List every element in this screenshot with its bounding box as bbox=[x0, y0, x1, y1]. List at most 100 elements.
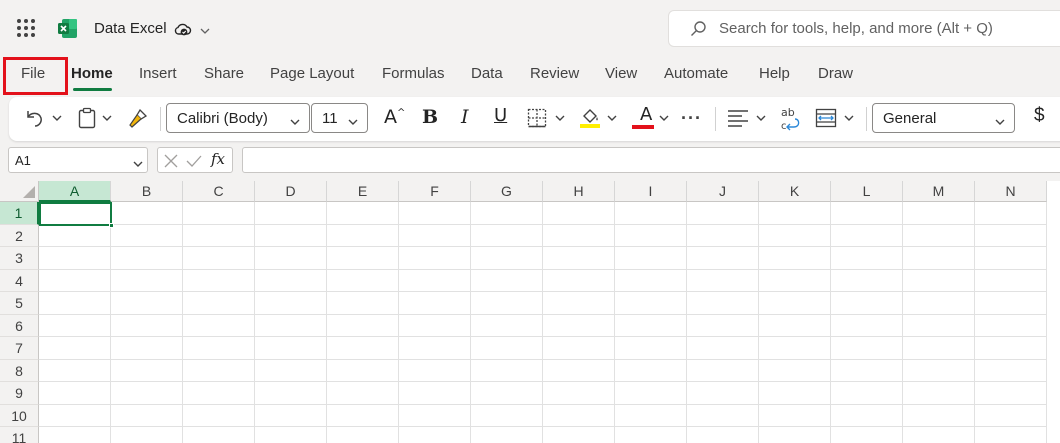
cell-m9[interactable] bbox=[903, 382, 975, 405]
cell-a5[interactable] bbox=[39, 292, 111, 315]
cell-j3[interactable] bbox=[687, 247, 759, 270]
cell-e9[interactable] bbox=[327, 382, 399, 405]
cell-a9[interactable] bbox=[39, 382, 111, 405]
cell-a3[interactable] bbox=[39, 247, 111, 270]
column-header-j[interactable]: J bbox=[687, 181, 759, 202]
column-header-f[interactable]: F bbox=[399, 181, 471, 202]
cell-k4[interactable] bbox=[759, 269, 831, 292]
cell-k11[interactable] bbox=[759, 427, 831, 443]
cell-n10[interactable] bbox=[975, 404, 1047, 427]
row-header-6[interactable]: 6 bbox=[0, 314, 39, 337]
cell-h11[interactable] bbox=[543, 427, 615, 443]
cell-c1[interactable] bbox=[183, 202, 255, 225]
row-header-9[interactable]: 9 bbox=[0, 382, 39, 405]
cell-c11[interactable] bbox=[183, 427, 255, 443]
wrap-text-icon[interactable]: ab c bbox=[780, 105, 802, 131]
font-color-chevron-down-icon[interactable] bbox=[658, 113, 670, 123]
column-header-c[interactable]: C bbox=[183, 181, 255, 202]
cell-c4[interactable] bbox=[183, 269, 255, 292]
row-header-8[interactable]: 8 bbox=[0, 359, 39, 382]
cell-l1[interactable] bbox=[831, 202, 903, 225]
cell-a7[interactable] bbox=[39, 337, 111, 360]
cell-l7[interactable] bbox=[831, 337, 903, 360]
cell-c6[interactable] bbox=[183, 314, 255, 337]
tab-help[interactable]: Help bbox=[759, 65, 790, 82]
cell-c8[interactable] bbox=[183, 359, 255, 382]
cell-h2[interactable] bbox=[543, 224, 615, 247]
tab-automate[interactable]: Automate bbox=[664, 65, 728, 82]
cell-f10[interactable] bbox=[399, 404, 471, 427]
tab-review[interactable]: Review bbox=[530, 65, 579, 82]
cell-a6[interactable] bbox=[39, 314, 111, 337]
row-header-3[interactable]: 3 bbox=[0, 247, 39, 270]
cell-l10[interactable] bbox=[831, 404, 903, 427]
cell-d9[interactable] bbox=[255, 382, 327, 405]
cell-j1[interactable] bbox=[687, 202, 759, 225]
cell-n9[interactable] bbox=[975, 382, 1047, 405]
cell-b7[interactable] bbox=[111, 337, 183, 360]
cell-a4[interactable] bbox=[39, 269, 111, 292]
cell-j5[interactable] bbox=[687, 292, 759, 315]
cell-i9[interactable] bbox=[615, 382, 687, 405]
column-header-d[interactable]: D bbox=[255, 181, 327, 202]
cell-e5[interactable] bbox=[327, 292, 399, 315]
cell-b5[interactable] bbox=[111, 292, 183, 315]
more-options-button[interactable]: ··· bbox=[681, 108, 702, 129]
bold-button[interactable]: B bbox=[422, 106, 438, 128]
cell-l8[interactable] bbox=[831, 359, 903, 382]
cell-f1[interactable] bbox=[399, 202, 471, 225]
cell-k6[interactable] bbox=[759, 314, 831, 337]
cell-k8[interactable] bbox=[759, 359, 831, 382]
format-painter-icon[interactable] bbox=[127, 107, 149, 129]
cell-e11[interactable] bbox=[327, 427, 399, 443]
column-header-b[interactable]: B bbox=[111, 181, 183, 202]
fill-color-icon[interactable] bbox=[578, 105, 602, 129]
cell-a8[interactable] bbox=[39, 359, 111, 382]
cell-k2[interactable] bbox=[759, 224, 831, 247]
cell-b2[interactable] bbox=[111, 224, 183, 247]
cell-n3[interactable] bbox=[975, 247, 1047, 270]
row-header-2[interactable]: 2 bbox=[0, 224, 39, 247]
cell-m11[interactable] bbox=[903, 427, 975, 443]
cell-f3[interactable] bbox=[399, 247, 471, 270]
cell-i11[interactable] bbox=[615, 427, 687, 443]
cell-b9[interactable] bbox=[111, 382, 183, 405]
cell-h3[interactable] bbox=[543, 247, 615, 270]
cell-m7[interactable] bbox=[903, 337, 975, 360]
cell-m1[interactable] bbox=[903, 202, 975, 225]
fill-color-chevron-down-icon[interactable] bbox=[606, 113, 618, 123]
cell-c2[interactable] bbox=[183, 224, 255, 247]
italic-button[interactable]: I bbox=[461, 106, 469, 128]
cell-n4[interactable] bbox=[975, 269, 1047, 292]
cell-k1[interactable] bbox=[759, 202, 831, 225]
select-all-button[interactable] bbox=[0, 181, 39, 202]
cell-l6[interactable] bbox=[831, 314, 903, 337]
cell-n5[interactable] bbox=[975, 292, 1047, 315]
cell-h7[interactable] bbox=[543, 337, 615, 360]
cell-d8[interactable] bbox=[255, 359, 327, 382]
cell-j11[interactable] bbox=[687, 427, 759, 443]
cell-m8[interactable] bbox=[903, 359, 975, 382]
row-header-11[interactable]: 11 bbox=[0, 427, 39, 443]
tab-share[interactable]: Share bbox=[204, 65, 244, 82]
merge-center-icon[interactable] bbox=[815, 107, 837, 129]
cell-l9[interactable] bbox=[831, 382, 903, 405]
cell-c5[interactable] bbox=[183, 292, 255, 315]
cell-n6[interactable] bbox=[975, 314, 1047, 337]
cell-j10[interactable] bbox=[687, 404, 759, 427]
cell-e6[interactable] bbox=[327, 314, 399, 337]
cell-f11[interactable] bbox=[399, 427, 471, 443]
cell-i10[interactable] bbox=[615, 404, 687, 427]
cell-g9[interactable] bbox=[471, 382, 543, 405]
cell-k9[interactable] bbox=[759, 382, 831, 405]
cell-c9[interactable] bbox=[183, 382, 255, 405]
cell-e4[interactable] bbox=[327, 269, 399, 292]
cell-l11[interactable] bbox=[831, 427, 903, 443]
cell-j9[interactable] bbox=[687, 382, 759, 405]
cell-i1[interactable] bbox=[615, 202, 687, 225]
cell-e10[interactable] bbox=[327, 404, 399, 427]
cell-d2[interactable] bbox=[255, 224, 327, 247]
cell-g8[interactable] bbox=[471, 359, 543, 382]
cell-e2[interactable] bbox=[327, 224, 399, 247]
cell-n2[interactable] bbox=[975, 224, 1047, 247]
